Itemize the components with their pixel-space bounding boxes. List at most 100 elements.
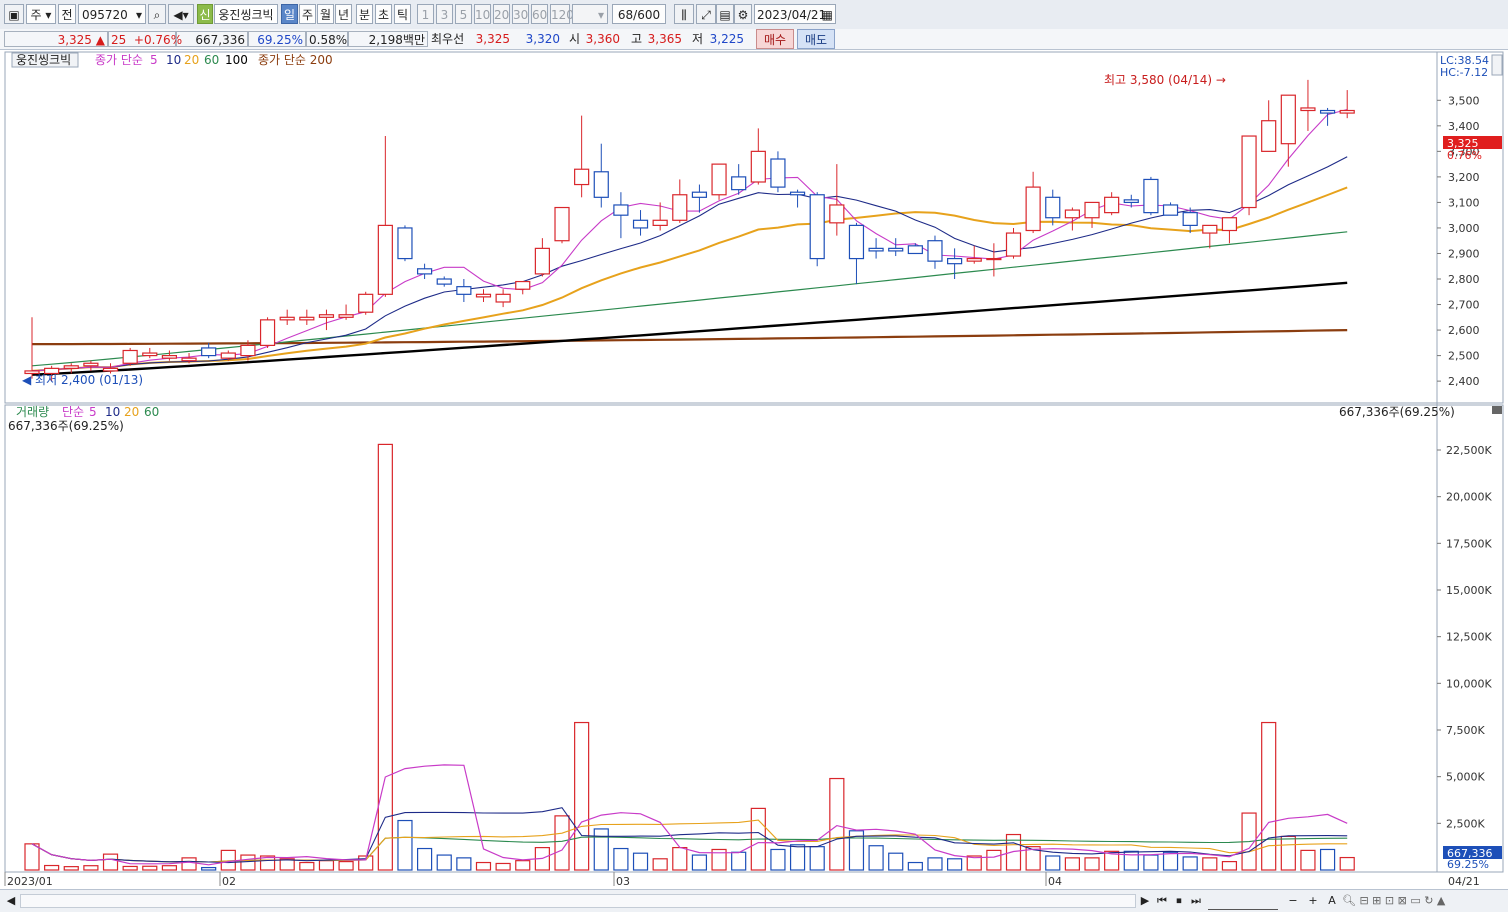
volume-panel-close	[1492, 406, 1502, 414]
min-60[interactable]: 60	[531, 4, 548, 24]
volume-bar	[1261, 721, 1277, 871]
candle-body	[436, 278, 452, 285]
tab-daily[interactable]: 일	[281, 4, 298, 24]
scroll-track[interactable]	[20, 894, 1136, 908]
min-30[interactable]: 30	[512, 4, 529, 24]
x-tick-label: 04	[1048, 875, 1062, 888]
data-count[interactable]: 68/600	[612, 4, 666, 24]
nav-next-icon[interactable]: ▶	[1138, 893, 1152, 909]
tool-icons[interactable]: 🔍︎ ⊟ ⊞ ⊡ ⊠ ▭ ↻ ▲	[1342, 893, 1502, 909]
volume-legend-60: 60	[144, 405, 159, 419]
count-value: 68	[617, 8, 634, 22]
candle-body	[731, 176, 747, 191]
price-tick-label: 2,800	[1448, 273, 1480, 286]
min-5[interactable]: 5	[455, 4, 472, 24]
volume-bar	[436, 854, 452, 871]
price-tick-label: 2,600	[1448, 324, 1480, 337]
candle-body	[475, 293, 492, 298]
tab-minute[interactable]: 분	[356, 4, 373, 24]
speaker-icon[interactable]: ◀▾	[168, 4, 194, 24]
candle-body	[1025, 186, 1041, 232]
tab-monthly[interactable]: 월	[317, 4, 334, 24]
tab-second[interactable]: 초	[375, 4, 392, 24]
volume-bar	[632, 852, 649, 871]
min-20[interactable]: 20	[493, 4, 510, 24]
window-menu-icon[interactable]: ▣	[4, 4, 24, 24]
code-input[interactable]: 095720 ▾	[78, 4, 146, 24]
candle-body	[377, 224, 393, 295]
volume-top-right-label: 667,336주(69.25%)	[1339, 405, 1455, 419]
current-price: 3,325	[57, 33, 92, 47]
x-end-label: 04/21	[1448, 875, 1480, 888]
volume-bar	[102, 853, 119, 871]
price-legend-100: 100	[225, 53, 248, 67]
candle-body	[338, 314, 354, 318]
candle-body	[691, 191, 708, 198]
volume-bar	[220, 849, 236, 871]
volume-bar	[593, 828, 609, 871]
nav-stop-icon[interactable]: ⏹	[1171, 893, 1187, 909]
custom-period-select[interactable]: ▾	[572, 4, 608, 24]
candle-body	[1241, 135, 1257, 209]
volume-bar	[456, 857, 472, 871]
volume-bar	[652, 858, 668, 871]
date-input[interactable]: 2023/04/21 ▦	[754, 4, 836, 24]
candle-body	[417, 268, 433, 275]
low-price: 3,225	[709, 32, 744, 46]
tab-tick[interactable]: 틱	[394, 4, 411, 24]
candle-type-icon[interactable]: ⫼	[674, 4, 694, 24]
volume-bar	[1300, 849, 1316, 871]
price-legend-10: 10	[166, 53, 181, 67]
candle-body	[1123, 199, 1139, 204]
zoom-out-icon[interactable]: −	[1284, 893, 1302, 909]
zoom-slider[interactable]	[1208, 893, 1278, 910]
candle-body	[1319, 109, 1336, 114]
best-quote-label: 최우선	[431, 32, 465, 46]
volume-bar	[947, 858, 963, 871]
price-tick-label: 3,200	[1448, 171, 1480, 184]
candle-body	[1045, 196, 1061, 219]
volume-bar	[142, 865, 158, 871]
min-10[interactable]: 10	[474, 4, 491, 24]
stock-chart[interactable]: 2,400 2,500 2,600 2,700 2,800 2,900 3,000 3,100…	[0, 50, 1508, 889]
nav-first-icon[interactable]: ⏮	[1154, 893, 1170, 909]
prev-button[interactable]: 전	[58, 4, 76, 24]
auto-scale-icon[interactable]: A	[1324, 893, 1340, 909]
min-120[interactable]: 120	[550, 4, 574, 24]
tab-yearly[interactable]: 년	[335, 4, 352, 24]
zoom-in-icon[interactable]: +	[1304, 893, 1322, 909]
x-tick-label: 03	[616, 875, 630, 888]
market-select[interactable]: 주 ▾	[26, 4, 56, 24]
scroll-left-icon[interactable]: ◀	[4, 893, 18, 909]
sell-button[interactable]: 매도	[797, 29, 835, 49]
gear-icon[interactable]: ⚙	[734, 4, 752, 24]
volume-bar	[63, 866, 79, 871]
candle-body	[534, 247, 550, 275]
candle-body	[1182, 212, 1198, 226]
candle-body	[927, 240, 943, 262]
save-icon[interactable]: ▤	[716, 4, 734, 24]
candle-body	[613, 204, 629, 216]
tab-weekly[interactable]: 주	[299, 4, 316, 24]
candle-body	[1300, 107, 1316, 112]
candle-body	[750, 150, 766, 183]
candle-body	[986, 257, 1002, 261]
min-3[interactable]: 3	[436, 4, 453, 24]
volume-bar	[789, 844, 806, 871]
volume-bar	[927, 857, 943, 871]
candle-body	[102, 367, 119, 372]
nav-last-icon[interactable]: ⏭	[1188, 893, 1204, 909]
buy-button[interactable]: 매수	[756, 29, 794, 49]
volume-bar	[318, 860, 335, 871]
candle-body	[848, 224, 865, 260]
candle-body	[1064, 209, 1080, 219]
price-tick-label: 3,500	[1448, 94, 1480, 107]
candle-body	[63, 365, 79, 369]
count-total: /600	[633, 8, 661, 22]
compare-icon[interactable]: ⤢	[696, 4, 716, 24]
candle-body	[966, 257, 982, 262]
search-icon[interactable]: ⌕	[148, 4, 166, 24]
price-box: 3,325 ▲	[4, 31, 108, 47]
min-1[interactable]: 1	[417, 4, 434, 24]
max-price-annotation: 최고 3,580 (04/14) →	[1104, 73, 1226, 87]
